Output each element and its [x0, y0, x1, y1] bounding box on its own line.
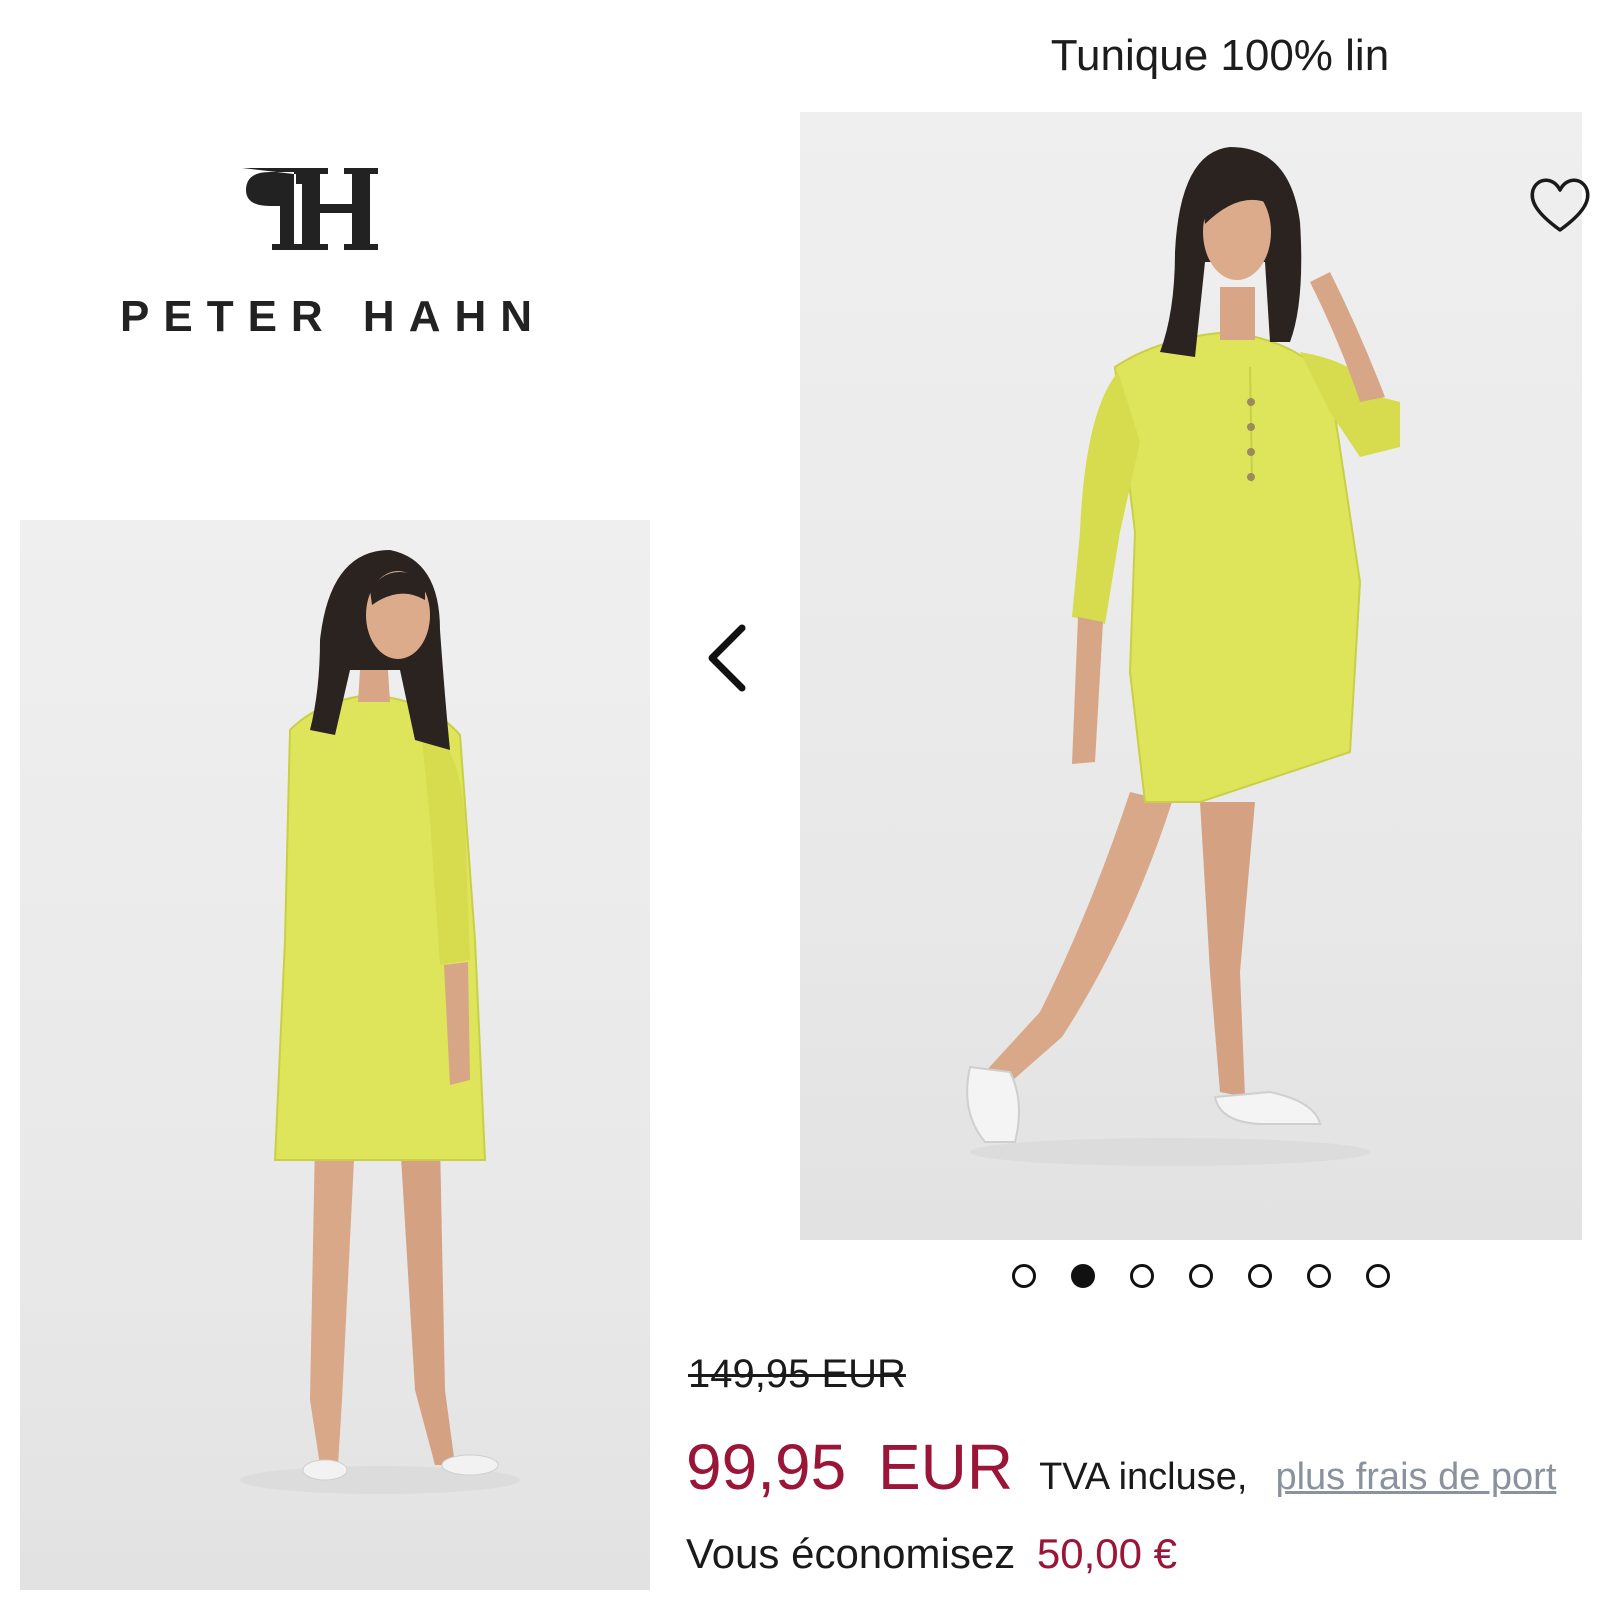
carousel-prev-button[interactable] — [700, 618, 760, 698]
brand-monogram-logo — [240, 160, 390, 260]
carousel-dot[interactable] — [1130, 1264, 1154, 1288]
vat-note: TVA incluse, — [1039, 1456, 1248, 1498]
brand-name: PETER HAHN — [120, 292, 547, 341]
add-to-wishlist-button[interactable] — [1525, 170, 1595, 240]
heart-outline-icon — [1530, 178, 1590, 232]
sale-price: 99,95 EUR — [686, 1431, 1014, 1503]
savings-label: Vous économisez — [686, 1530, 1016, 1577]
model-front-view-illustration — [966, 147, 1400, 1166]
chevron-left-icon — [708, 624, 746, 692]
shipping-costs-link[interactable]: plus frais de port — [1275, 1456, 1556, 1499]
carousel-dot[interactable] — [1189, 1264, 1213, 1288]
product-photo-back[interactable] — [20, 520, 650, 1590]
price-row: 99,95 EUR TVA incluse, plus frais de por… — [686, 1430, 1556, 1504]
carousel-dot-active[interactable] — [1071, 1264, 1095, 1288]
carousel-dot[interactable] — [1012, 1264, 1036, 1288]
model-back-view-illustration — [240, 550, 520, 1494]
carousel-pagination — [1012, 1256, 1390, 1296]
savings-row: Vous économisez 50,00 € — [686, 1530, 1177, 1578]
original-price: 149,95 EUR — [688, 1352, 906, 1396]
carousel-dot[interactable] — [1366, 1264, 1390, 1288]
savings-amount: 50,00 € — [1036, 1530, 1178, 1577]
product-title: Tunique 100% lin — [1050, 31, 1390, 80]
product-photo-front[interactable] — [800, 112, 1582, 1240]
carousel-dot[interactable] — [1307, 1264, 1331, 1288]
carousel-dot[interactable] — [1248, 1264, 1272, 1288]
